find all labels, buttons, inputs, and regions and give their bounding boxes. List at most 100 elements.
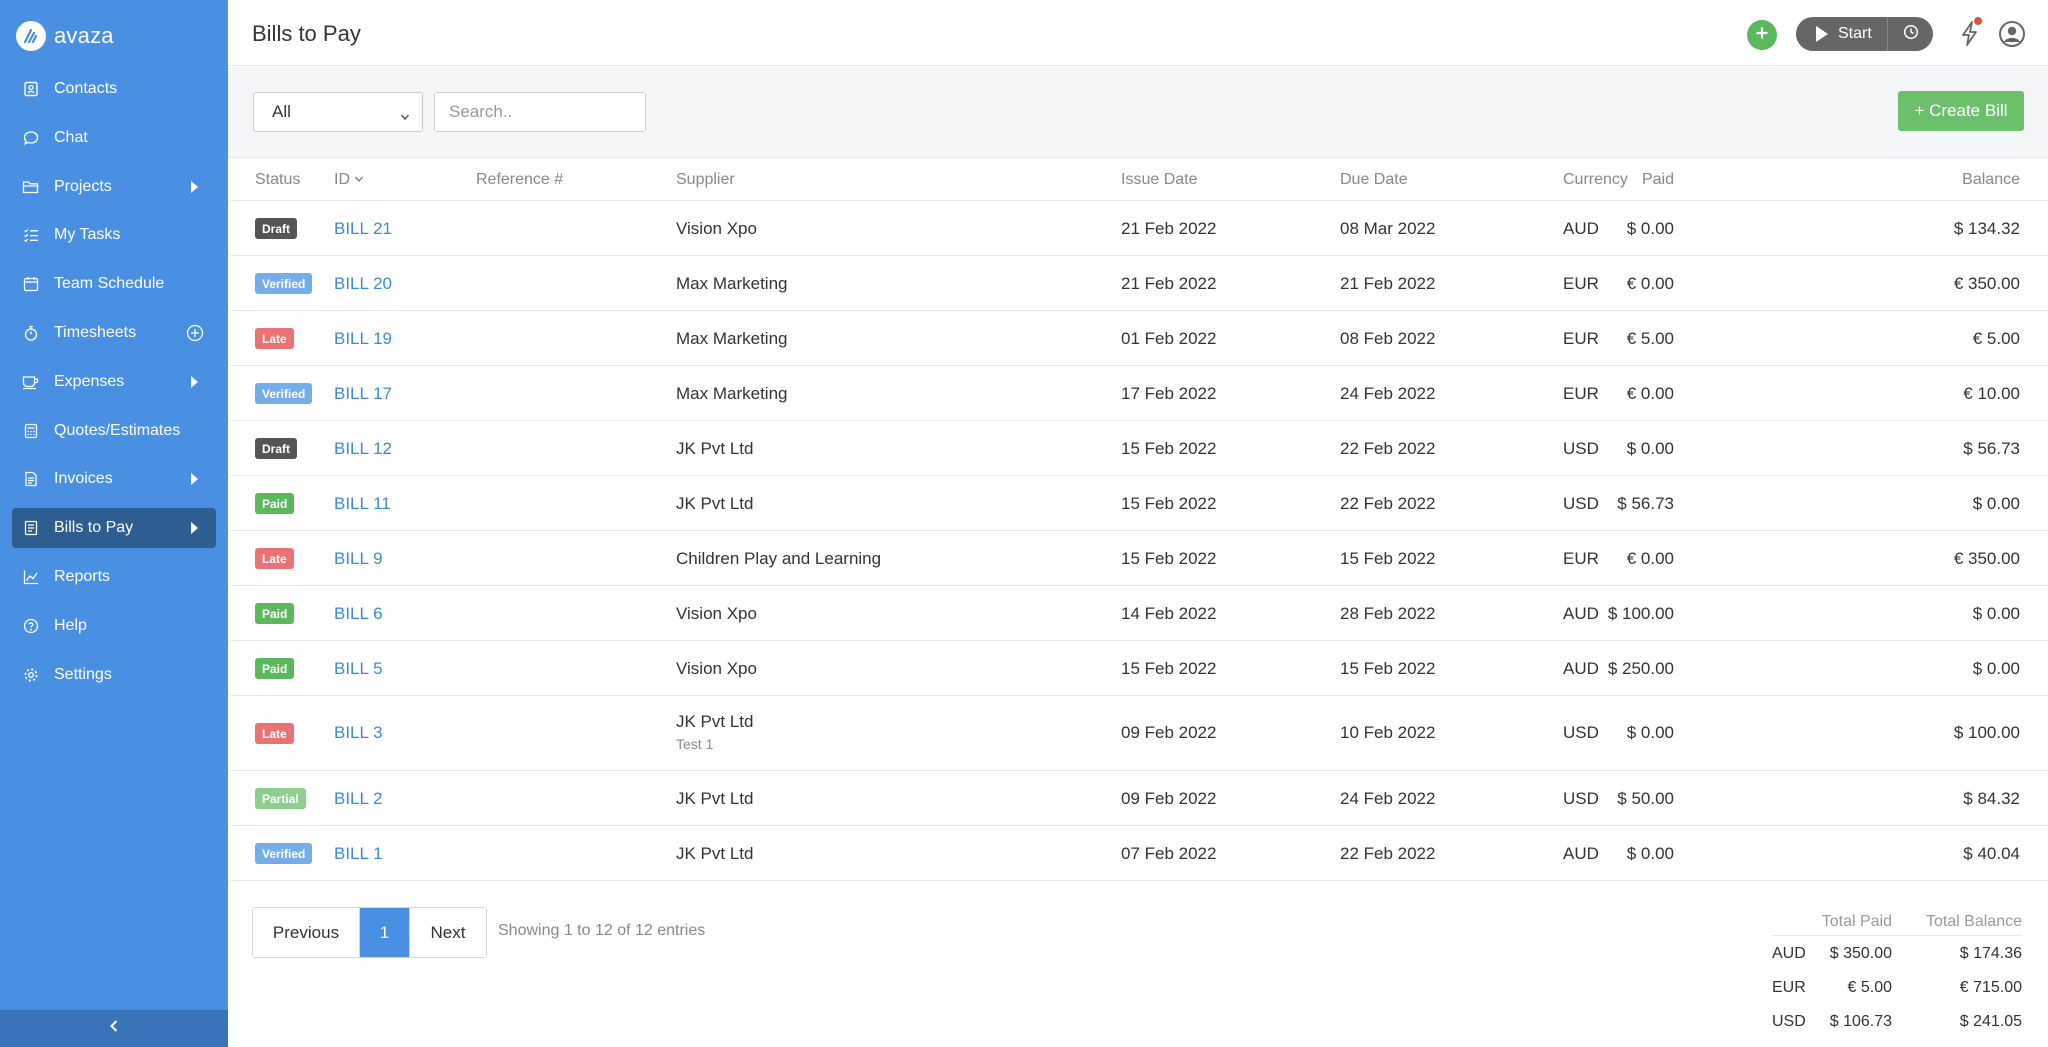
bill-id-link[interactable]: BILL 12 — [334, 439, 392, 459]
column-header-reference[interactable]: Reference # — [476, 171, 563, 189]
table-row[interactable]: Verified BILL 17 Max Marketing 17 Feb 2022 2… — [230, 366, 2048, 421]
sidebar-item-label: Settings — [54, 665, 112, 683]
balance-amount: $ 84.32 — [1963, 789, 2020, 808]
sidebar-item-bills-to-pay[interactable]: Bills to Pay — [12, 508, 216, 549]
collapse-sidebar-button[interactable] — [0, 1010, 228, 1047]
sidebar-item-quotes-estimates[interactable]: Quotes/Estimates — [12, 411, 216, 451]
sidebar-item-label: Reports — [54, 567, 111, 585]
bill-id-link[interactable]: BILL 1 — [334, 844, 383, 864]
table-row[interactable]: Draft BILL 21 Vision Xpo 21 Feb 2022 08 Mar … — [230, 201, 2048, 256]
help-icon — [22, 617, 40, 635]
start-timer-button[interactable]: Start — [1796, 17, 1887, 51]
sidebar-item-label: Bills to Pay — [54, 519, 134, 537]
balance-amount: € 10.00 — [1963, 384, 2020, 403]
table-row[interactable]: Verified BILL 20 Max Marketing 21 Feb 2022 2… — [230, 256, 2048, 311]
paid-amount: $ 100.00 — [1607, 604, 1674, 623]
issue-date: 01 Feb 2022 — [1121, 329, 1217, 348]
notifications-button[interactable] — [1954, 17, 1986, 49]
sidebar-item-timesheets[interactable]: Timesheets — [12, 313, 216, 353]
chevron-down-icon — [400, 107, 410, 127]
status-filter-select[interactable]: All — [253, 92, 423, 132]
chevron-left-icon — [108, 1019, 120, 1038]
bill-id-link[interactable]: BILL 2 — [334, 789, 383, 809]
paid-amount: $ 250.00 — [1607, 659, 1674, 678]
previous-page-button[interactable]: Previous — [253, 908, 360, 957]
column-header-status[interactable]: Status — [255, 171, 300, 189]
table-row[interactable]: Paid BILL 11 JK Pvt Ltd 15 Feb 2022 22 Feb 2… — [230, 476, 2048, 531]
currency-code: AUD — [1563, 844, 1599, 863]
expand-caret-icon[interactable] — [191, 473, 198, 486]
invoice-icon — [22, 470, 40, 488]
totals-balance: € 715.00 — [1959, 979, 2022, 996]
sidebar-item-my-tasks[interactable]: My Tasks — [12, 215, 216, 255]
bill-id-link[interactable]: BILL 11 — [334, 494, 391, 514]
bill-id-link[interactable]: BILL 3 — [334, 723, 383, 743]
table-row[interactable]: Paid BILL 5 Vision Xpo 15 Feb 2022 15 Feb 20… — [230, 641, 2048, 696]
table-header: Status ID Reference # Supplier Issue Dat… — [230, 158, 2048, 201]
expand-caret-icon[interactable] — [191, 375, 198, 388]
table-row[interactable]: Partial BILL 2 JK Pvt Ltd 09 Feb 2022 24 Feb… — [230, 771, 2048, 826]
table-row[interactable]: Paid BILL 6 Vision Xpo 14 Feb 2022 28 Feb 20… — [230, 586, 2048, 641]
timer-history-button[interactable] — [1887, 17, 1933, 51]
app-logo[interactable]: avaza — [16, 20, 114, 52]
column-header-supplier[interactable]: Supplier — [676, 171, 735, 189]
next-page-button[interactable]: Next — [410, 908, 486, 957]
sidebar-item-expenses[interactable]: Expenses — [12, 362, 216, 402]
quick-add-button[interactable] — [1747, 20, 1777, 50]
column-header-paid[interactable]: Paid — [1642, 171, 1674, 189]
balance-amount: $ 0.00 — [1972, 604, 2020, 623]
bill-id-link[interactable]: BILL 9 — [334, 549, 383, 569]
sidebar-item-contacts[interactable]: Contacts — [12, 69, 216, 109]
sidebar-item-team-schedule[interactable]: Team Schedule — [12, 264, 216, 304]
sidebar-item-reports[interactable]: Reports — [12, 557, 216, 597]
bill-id-link[interactable]: BILL 19 — [334, 329, 392, 349]
expand-caret-icon[interactable] — [191, 180, 198, 193]
add-timesheet-icon[interactable] — [186, 324, 204, 347]
table-row[interactable]: Late BILL 9 Children Play and Learning 15 F… — [230, 531, 2048, 586]
currency-code: AUD — [1563, 659, 1599, 678]
table-row[interactable]: Late BILL 19 Max Marketing 01 Feb 2022 08 Fe… — [230, 311, 2048, 366]
stopwatch-icon — [22, 324, 40, 342]
currency-code: USD — [1563, 494, 1599, 513]
sidebar-item-invoices[interactable]: Invoices — [12, 459, 216, 499]
issue-date: 07 Feb 2022 — [1121, 844, 1217, 863]
search-input[interactable] — [434, 92, 646, 132]
bill-id-link[interactable]: BILL 20 — [334, 274, 392, 294]
currency-code: EUR — [1563, 549, 1599, 568]
sidebar-item-settings[interactable]: Settings — [12, 655, 216, 695]
bill-icon — [22, 519, 40, 537]
bill-id-link[interactable]: BILL 21 — [334, 219, 392, 239]
create-bill-button[interactable]: + Create Bill — [1898, 91, 2024, 131]
table-row[interactable]: Verified BILL 1 JK Pvt Ltd 07 Feb 2022 22 Fe… — [230, 826, 2048, 881]
brand-name: avaza — [54, 23, 114, 48]
balance-amount: € 350.00 — [1953, 274, 2020, 293]
due-date: 24 Feb 2022 — [1340, 789, 1436, 808]
sidebar-item-chat[interactable]: Chat — [12, 118, 216, 158]
bill-id-link[interactable]: BILL 6 — [334, 604, 383, 624]
bill-id-link[interactable]: BILL 5 — [334, 659, 383, 679]
column-header-balance[interactable]: Balance — [1962, 171, 2020, 189]
balance-amount: € 5.00 — [1972, 329, 2020, 348]
table-row[interactable]: Draft BILL 12 JK Pvt Ltd 15 Feb 2022 22 Feb … — [230, 421, 2048, 476]
column-header-issue-date[interactable]: Issue Date — [1121, 171, 1197, 189]
due-date: 21 Feb 2022 — [1340, 274, 1436, 293]
total-balance-label: Total Balance — [1925, 913, 2022, 930]
column-header-due-date[interactable]: Due Date — [1340, 171, 1408, 189]
table-body: Draft BILL 21 Vision Xpo 21 Feb 2022 08 Mar … — [230, 201, 2048, 881]
column-header-label: ID — [334, 171, 350, 188]
supplier-name: JK Pvt Ltd — [676, 439, 754, 458]
bill-id-link[interactable]: BILL 17 — [334, 384, 392, 404]
expand-caret-icon[interactable] — [191, 522, 198, 535]
page-1-button[interactable]: 1 — [360, 908, 410, 957]
user-menu-button[interactable] — [1998, 20, 2026, 48]
totals-paid: € 5.00 — [1847, 979, 1892, 996]
totals-balance: $ 241.05 — [1959, 1013, 2022, 1030]
column-header-id[interactable]: ID — [334, 171, 364, 189]
sidebar-item-projects[interactable]: Projects — [12, 167, 216, 207]
table-row[interactable]: Late BILL 3 JK Pvt Ltd Test 1 09 Feb 2022 10 … — [230, 696, 2048, 771]
bills-table: Status ID Reference # Supplier Issue Dat… — [230, 158, 2048, 881]
sidebar-item-help[interactable]: Help — [12, 606, 216, 646]
pagination: Previous 1 Next — [252, 907, 487, 958]
column-header-currency[interactable]: Currency — [1563, 171, 1628, 189]
currency-code: EUR — [1563, 329, 1599, 348]
